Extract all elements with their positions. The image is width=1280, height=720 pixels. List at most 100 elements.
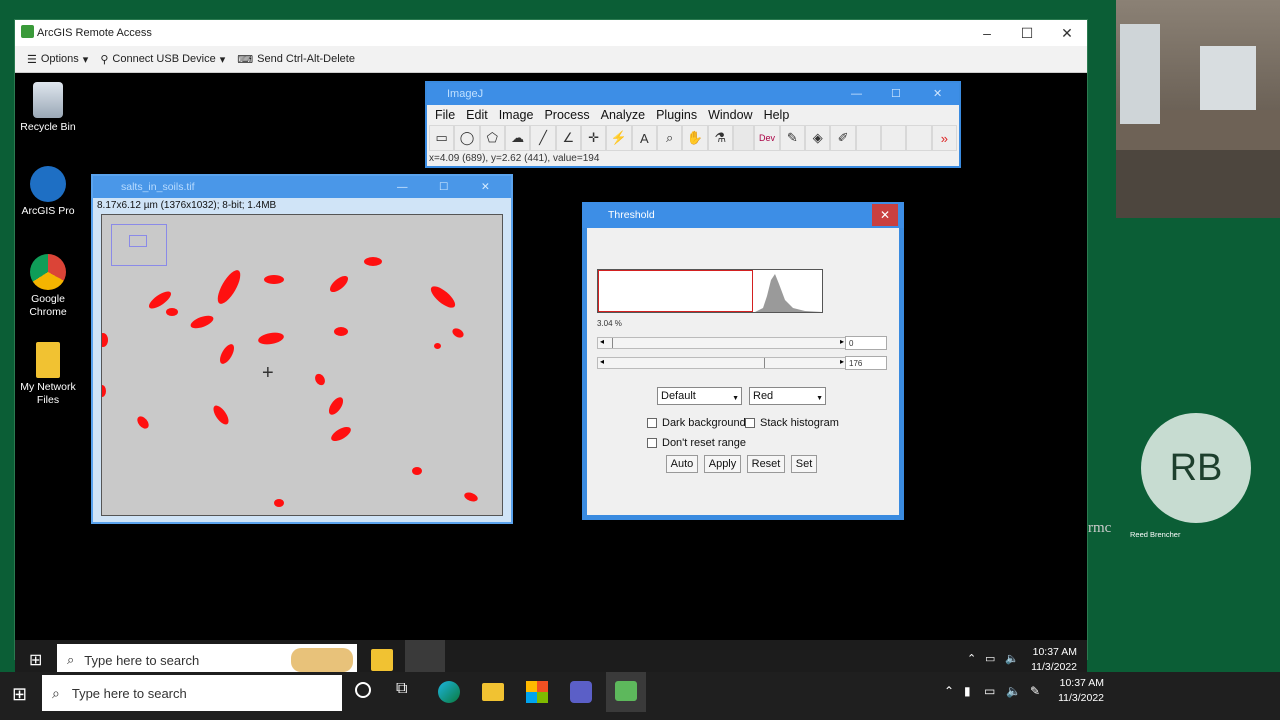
maximize-button[interactable]: ☐ xyxy=(891,83,901,105)
auto-button[interactable]: Auto xyxy=(666,455,698,473)
widgets-icon[interactable]: ⧉ xyxy=(396,680,407,698)
flood-fill-tool-icon[interactable]: ◈ xyxy=(805,125,831,151)
minimize-button[interactable]: – xyxy=(967,20,1007,46)
windows-start-icon[interactable]: ⊞ xyxy=(12,684,27,705)
remote-clock[interactable]: 10:37 AM 11/3/2022 xyxy=(1019,645,1077,675)
image-canvas[interactable]: + xyxy=(101,214,503,516)
close-button[interactable]: ✕ xyxy=(933,83,942,105)
more-tools-icon[interactable]: » xyxy=(931,125,957,151)
minimize-button[interactable]: — xyxy=(397,176,408,198)
close-button[interactable]: ✕ xyxy=(872,204,898,226)
microphone-icon[interactable]: ▮ xyxy=(964,684,971,698)
task-view-icon[interactable] xyxy=(355,682,371,698)
menu-window[interactable]: Window xyxy=(708,108,752,122)
salt-particle xyxy=(463,490,479,504)
dark-background-checkbox[interactable]: Dark background xyxy=(647,417,746,429)
pencil-tool-icon[interactable]: ✐ xyxy=(830,125,856,151)
salt-particle xyxy=(327,273,351,295)
folder-icon xyxy=(36,342,60,378)
desktop-icon-network-files[interactable]: My Network Files xyxy=(13,342,83,407)
network-icon[interactable]: ▭ xyxy=(984,684,995,698)
desktop-icon-chrome[interactable]: Google Chrome xyxy=(13,254,83,319)
host-search-box[interactable]: ⌕ Type here to search xyxy=(42,675,342,711)
menu-analyze[interactable]: Analyze xyxy=(601,108,645,122)
teams-icon[interactable] xyxy=(570,681,592,703)
min-threshold-slider[interactable]: ◂ ▸ xyxy=(597,337,847,349)
dropper-tool-icon[interactable]: ⚗ xyxy=(707,125,733,151)
dont-reset-range-checkbox[interactable]: Don't reset range xyxy=(647,437,746,449)
maximize-button[interactable]: ☐ xyxy=(439,176,448,198)
max-threshold-field[interactable]: 176 xyxy=(845,356,887,370)
rectangle-tool-icon[interactable]: ▭ xyxy=(429,125,455,151)
line-tool-icon[interactable]: ╱ xyxy=(530,125,556,151)
wand-tool-icon[interactable]: ⚡ xyxy=(606,125,632,151)
menu-image[interactable]: Image xyxy=(499,108,534,122)
imagej-titlebar: ImageJ — ☐ ✕ xyxy=(427,83,959,105)
store-icon[interactable] xyxy=(526,681,548,703)
usb-icon: ⚲ xyxy=(100,53,109,66)
minimize-button[interactable]: — xyxy=(851,83,862,105)
salt-particle xyxy=(313,372,327,387)
remote-title: ArcGIS Remote Access xyxy=(37,27,152,39)
dev-tool-button[interactable]: Dev xyxy=(754,125,780,151)
stack-histogram-checkbox[interactable]: Stack histogram xyxy=(745,417,839,429)
volume-icon[interactable]: 🔈 xyxy=(1005,652,1019,665)
send-cad-button[interactable]: ⌨ Send Ctrl-Alt-Delete xyxy=(237,53,355,66)
arcgis-pro-icon xyxy=(30,166,66,202)
image-info: 8.17x6.12 µm (1376x1032); 8-bit; 1.4MB xyxy=(97,200,277,211)
chevron-down-icon: ▼ xyxy=(732,395,739,402)
tray-chevron-icon[interactable]: ⌃ xyxy=(944,684,954,698)
chrome-icon xyxy=(30,254,66,290)
zoom-tool-icon[interactable]: ⌕ xyxy=(656,125,683,151)
freehand-tool-icon[interactable]: ☁ xyxy=(504,125,531,151)
polygon-tool-icon[interactable]: ⬠ xyxy=(479,125,505,151)
checkbox-label: Dark background xyxy=(662,417,746,429)
set-button[interactable]: Set xyxy=(791,455,817,473)
participant-avatar[interactable]: RB xyxy=(1141,413,1251,523)
text-tool-icon[interactable]: A xyxy=(631,125,657,151)
connect-usb-button[interactable]: ⚲ Connect USB Device ▾ xyxy=(100,53,225,66)
windows-start-icon[interactable]: ⊞ xyxy=(29,650,42,670)
file-explorer-icon[interactable] xyxy=(482,683,504,701)
file-explorer-icon[interactable] xyxy=(371,649,393,671)
menu-file[interactable]: File xyxy=(435,108,455,122)
salt-particle xyxy=(102,385,106,397)
tray-chevron-icon[interactable]: ⌃ xyxy=(967,652,976,665)
min-threshold-field[interactable]: 0 xyxy=(845,336,887,350)
maximize-button[interactable]: ☐ xyxy=(1007,20,1047,46)
apply-button[interactable]: Apply xyxy=(704,455,741,473)
max-threshold-slider[interactable]: ◂ ▸ xyxy=(597,357,847,369)
salt-particle xyxy=(328,424,354,444)
menu-edit[interactable]: Edit xyxy=(466,108,488,122)
angle-tool-icon[interactable]: ∠ xyxy=(555,125,581,151)
options-menu[interactable]: ☰ Options ▾ xyxy=(27,53,88,66)
image-titlebar: salts_in_soils.tif — ☐ ✕ xyxy=(93,176,511,198)
threshold-percent: 3.04 % xyxy=(597,319,622,328)
point-tool-icon[interactable]: ✛ xyxy=(580,125,607,151)
brush-tool-icon[interactable]: ✎ xyxy=(779,125,806,151)
oval-tool-icon[interactable]: ◯ xyxy=(454,125,480,151)
usb-label: Connect USB Device xyxy=(112,53,216,65)
mode-select[interactable]: Red ▼ xyxy=(749,387,826,405)
volume-icon[interactable]: 🔈 xyxy=(1006,684,1021,698)
hand-tool-icon[interactable]: ✋ xyxy=(682,125,708,151)
menu-process[interactable]: Process xyxy=(544,108,589,122)
desktop-icon-recycle-bin[interactable]: Recycle Bin xyxy=(13,82,83,134)
host-clock[interactable]: 10:37 AM 11/3/2022 xyxy=(1046,676,1104,706)
close-button[interactable]: ✕ xyxy=(481,176,490,198)
method-select[interactable]: Default ▼ xyxy=(657,387,742,405)
imagej-status: x=4.09 (689), y=2.62 (441), value=194 xyxy=(429,153,600,164)
close-button[interactable]: ✕ xyxy=(1047,20,1087,46)
histogram-curve xyxy=(755,274,822,312)
chevron-down-icon: ▼ xyxy=(816,395,823,402)
remote-access-taskbar-button[interactable] xyxy=(606,672,646,712)
pen-icon[interactable]: ✎ xyxy=(1030,684,1040,698)
menu-plugins[interactable]: Plugins xyxy=(656,108,697,122)
reset-button[interactable]: Reset xyxy=(747,455,785,473)
edge-browser-icon[interactable] xyxy=(438,681,460,703)
network-icon[interactable]: ▭ xyxy=(985,652,995,665)
menu-help[interactable]: Help xyxy=(764,108,790,122)
remote-titlebar: ArcGIS Remote Access – ☐ ✕ xyxy=(15,20,1087,46)
desktop-icon-arcgis-pro[interactable]: ArcGIS Pro xyxy=(13,166,83,218)
checkbox-label: Don't reset range xyxy=(662,437,747,449)
